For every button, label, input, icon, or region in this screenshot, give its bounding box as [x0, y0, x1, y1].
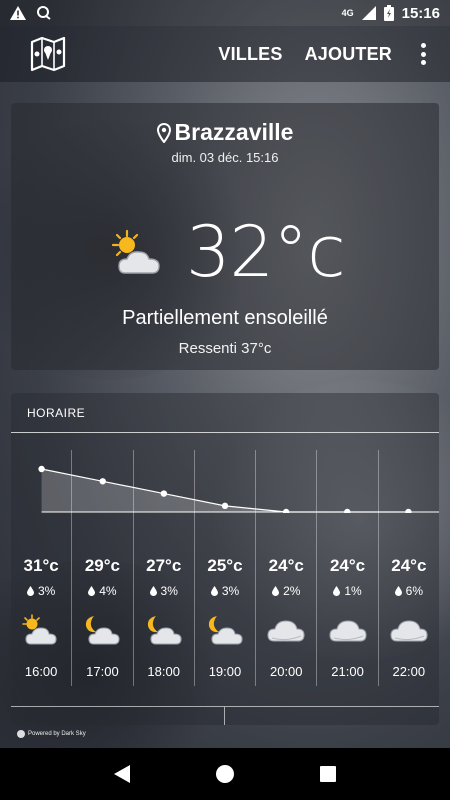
- hour-time: 19:00: [208, 664, 242, 679]
- feels-like: Ressenti 37°c: [178, 340, 272, 357]
- hour-column: 24°c 6% 22:00: [377, 450, 439, 686]
- partly-cloudy-day-icon: [111, 229, 160, 274]
- cloudy-icon: [328, 620, 367, 642]
- hour-temperature: 29°c: [84, 556, 120, 575]
- hour-time: 21:00: [331, 664, 364, 679]
- hour-column: 27°c 3% 18:00: [132, 450, 194, 686]
- hour-precip-value: 6%: [405, 584, 423, 598]
- hour-time: 17:00: [86, 664, 119, 679]
- hour-temperature: 24°c: [391, 556, 427, 575]
- hour-temperature: 24°c: [268, 556, 304, 575]
- hour-precip: 2%: [256, 584, 316, 598]
- partly-cloudy-day-icon: [22, 614, 57, 645]
- map-icon[interactable]: [30, 36, 66, 72]
- hour-time: 18:00: [147, 664, 180, 679]
- hour-precip-value: 1%: [344, 584, 362, 598]
- navigation-bar: [0, 748, 450, 800]
- city-name: Brazzaville: [174, 119, 294, 145]
- hour-precip-value: 3%: [160, 584, 178, 598]
- hour-column: 24°c 2% 20:00: [255, 450, 316, 686]
- app-bar: VILLES AJOUTER: [0, 26, 450, 82]
- back-icon[interactable]: [110, 762, 134, 786]
- partly-cloudy-night-icon: [147, 616, 182, 645]
- add-button[interactable]: AJOUTER: [305, 44, 392, 65]
- hour-column: 25°c 3% 19:00: [193, 450, 255, 686]
- battery-icon: [383, 5, 394, 21]
- hour-temperature: 27°c: [146, 556, 182, 575]
- hour-temperature: 31°c: [23, 556, 59, 575]
- hour-temperature: 24°c: [329, 556, 366, 575]
- hour-time: 16:00: [24, 664, 58, 679]
- raindrop-icon: [26, 586, 34, 596]
- powered-by-label: Powered by Dark Sky: [28, 731, 86, 737]
- status-bar: 4G 15:16: [0, 0, 450, 26]
- signal-icon: [361, 6, 376, 20]
- hour-precip: 3%: [134, 584, 194, 598]
- hour-precip: 6%: [379, 584, 439, 598]
- recents-icon[interactable]: [316, 762, 340, 786]
- cloudy-icon: [267, 620, 305, 642]
- location-pin-icon: [156, 122, 171, 143]
- hourly-header: HORAIRE: [11, 393, 439, 433]
- hour-column: 29°c 4% 17:00: [71, 450, 132, 686]
- status-time: 15:16: [401, 4, 440, 22]
- powered-by[interactable]: Powered by Dark Sky: [17, 730, 86, 738]
- hour-precip-value: 2%: [283, 584, 301, 598]
- partly-cloudy-night-icon: [208, 616, 243, 645]
- raindrop-icon: [149, 586, 157, 596]
- cloudy-icon: [390, 620, 428, 642]
- raindrop-icon: [210, 586, 218, 596]
- raindrop-icon: [272, 586, 280, 596]
- current-weather-card: Brazzaville dim. 03 déc. 15:16 32°c Part…: [11, 103, 439, 370]
- hour-column: 31°c 3% 16:00: [11, 450, 71, 686]
- hourly-footer: [11, 706, 439, 725]
- current-datetime: dim. 03 déc. 15:16: [171, 150, 279, 165]
- cities-button[interactable]: VILLES: [218, 44, 282, 65]
- home-icon[interactable]: [213, 762, 237, 786]
- weather-description: Partiellement ensoleillé: [122, 307, 328, 329]
- hourly-forecast-card[interactable]: HORAIRE 31°c 3% 16:00 29°c 4% 17:00 27°c 3% 18:0…: [11, 393, 439, 725]
- hour-precip: 4%: [72, 584, 132, 598]
- raindrop-icon: [88, 586, 96, 596]
- hour-precip-value: 3%: [37, 584, 56, 598]
- voicemail-icon: [37, 6, 51, 20]
- hour-precip: 3%: [11, 584, 71, 598]
- raindrop-icon: [394, 586, 402, 596]
- hour-time: 20:00: [269, 664, 303, 679]
- more-vert-icon[interactable]: [414, 41, 432, 67]
- hour-precip-value: 3%: [221, 584, 240, 598]
- hour-temperature: 25°c: [207, 556, 243, 575]
- hour-column: 24°c 1% 21:00: [316, 450, 377, 686]
- city-row: Brazzaville: [11, 119, 439, 146]
- network-type: 4G: [341, 8, 354, 18]
- partly-cloudy-night-icon: [86, 616, 120, 645]
- hourly-list: 31°c 3% 16:00 29°c 4% 17:00 27°c 3% 18:00 25°c 3% 1…: [11, 450, 439, 686]
- raindrop-icon: [333, 586, 341, 596]
- hour-time: 22:00: [392, 664, 426, 679]
- hour-precip: 3%: [195, 584, 255, 598]
- current-temperature: 32°c: [186, 211, 346, 293]
- warning-icon: [10, 6, 26, 20]
- dark-sky-icon: [17, 730, 25, 738]
- hour-precip-value: 4%: [99, 584, 117, 598]
- hour-precip: 1%: [317, 584, 377, 598]
